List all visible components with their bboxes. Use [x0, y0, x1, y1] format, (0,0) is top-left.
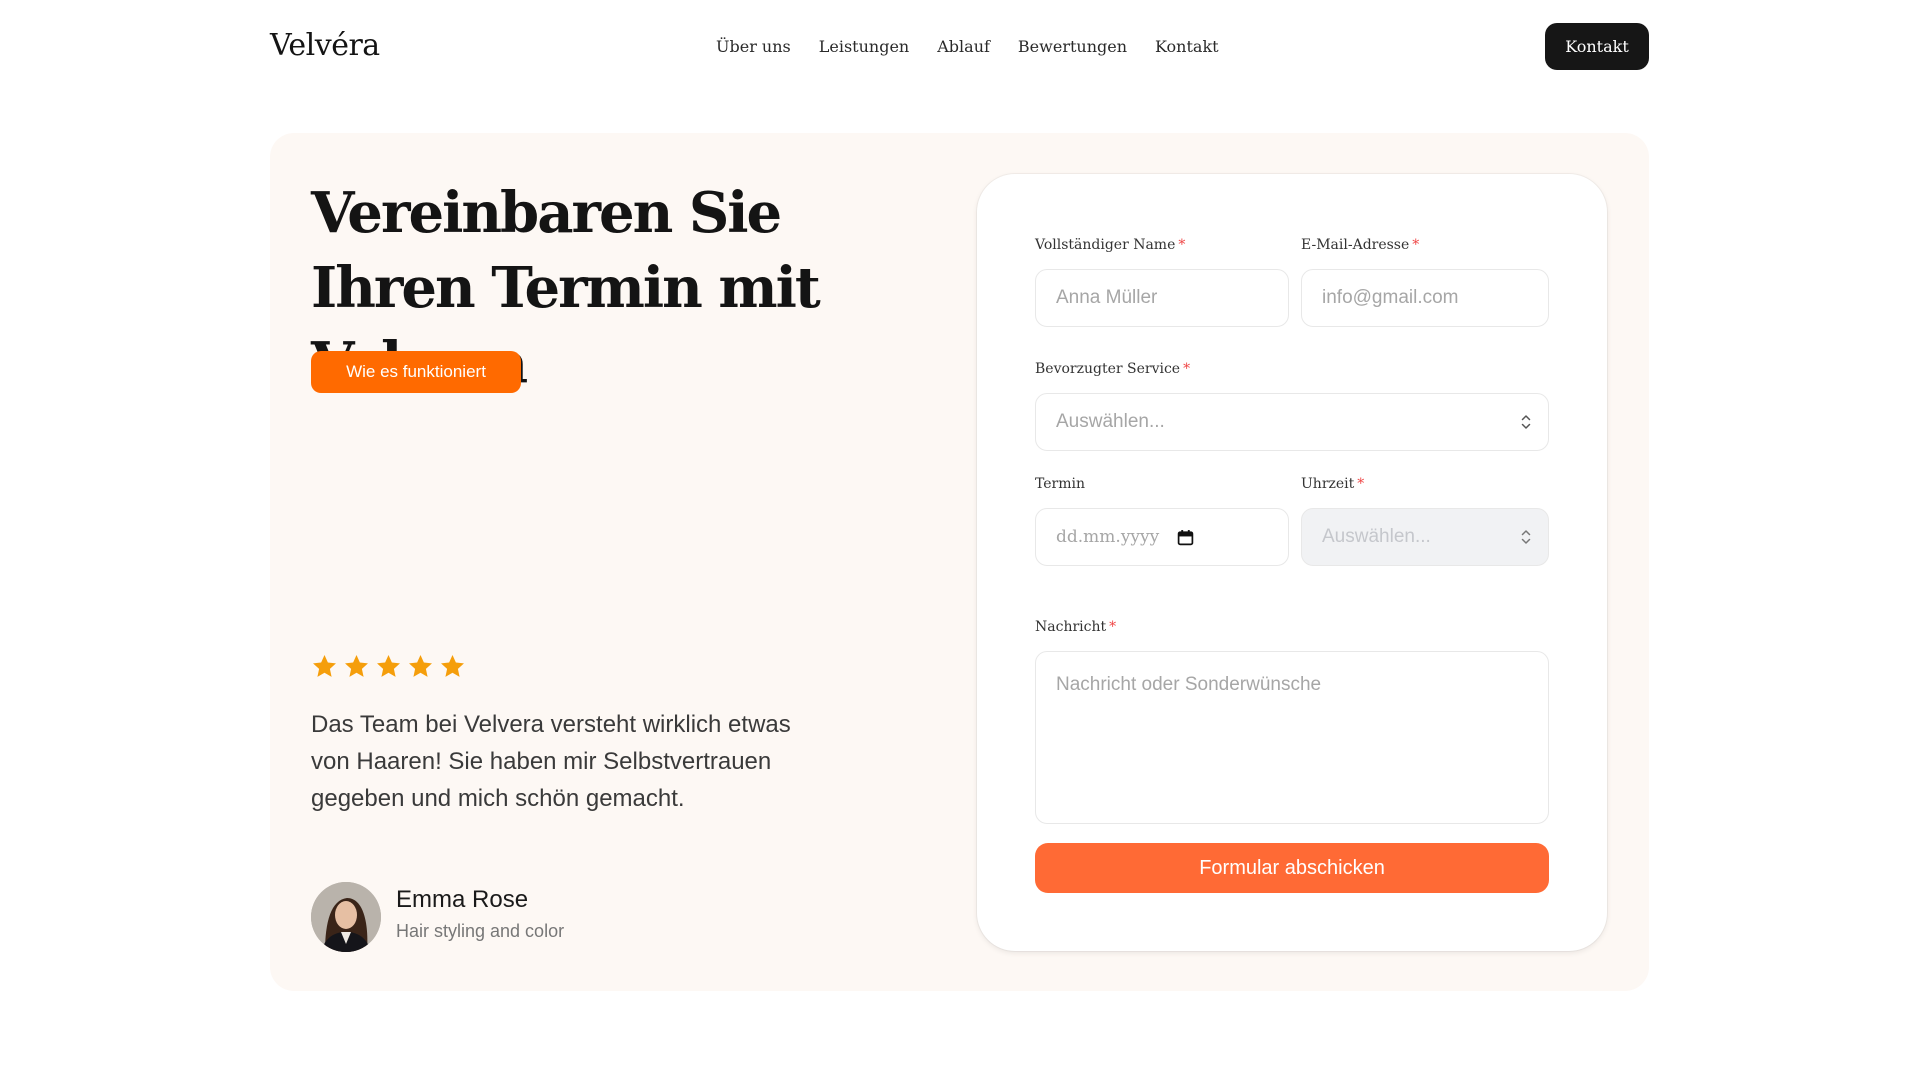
- header-contact-button[interactable]: Kontakt: [1545, 23, 1649, 70]
- email-label: E-Mail-Adresse *: [1301, 237, 1420, 253]
- time-select[interactable]: Auswählen...: [1301, 508, 1549, 566]
- avatar: [311, 882, 381, 952]
- reviewer-name: Emma Rose: [396, 886, 529, 913]
- calendar-icon[interactable]: [1177, 529, 1194, 546]
- nav-link-process[interactable]: Ablauf: [937, 37, 990, 56]
- name-field[interactable]: Anna Müller: [1035, 269, 1289, 327]
- required-mark: *: [1109, 619, 1117, 635]
- message-label: Nachricht *: [1035, 619, 1117, 635]
- required-mark: *: [1412, 237, 1420, 253]
- logo[interactable]: Velvéra: [270, 28, 380, 63]
- email-field[interactable]: info@gmail.com: [1301, 269, 1549, 327]
- time-label: Uhrzeit *: [1301, 476, 1365, 492]
- star-icon: [313, 655, 336, 677]
- submit-button[interactable]: Formular abschicken: [1035, 843, 1549, 893]
- reviewer-role: Hair styling and color: [396, 921, 565, 941]
- service-label: Bevorzugter Service *: [1035, 361, 1191, 377]
- date-field[interactable]: dd.mm.yyyy: [1035, 508, 1289, 566]
- service-select[interactable]: Auswählen...: [1035, 393, 1549, 451]
- star-icon: [345, 655, 368, 677]
- star-icon: [409, 655, 432, 677]
- name-label: Vollständiger Name *: [1035, 237, 1186, 253]
- rating-stars: [311, 653, 466, 680]
- chevron-up-down-icon: [1521, 415, 1531, 429]
- message-textarea[interactable]: Nachricht oder Sonderwünsche: [1035, 651, 1549, 824]
- star-icon: [441, 655, 464, 677]
- date-label: Termin: [1035, 476, 1085, 492]
- required-mark: *: [1183, 361, 1191, 377]
- chevron-up-down-icon: [1521, 530, 1531, 544]
- star-icon: [377, 655, 400, 677]
- site-header: Velvéra Über uns Leistungen Ablauf Bewer…: [0, 0, 1907, 95]
- nav-link-reviews[interactable]: Bewertungen: [1018, 37, 1127, 56]
- how-it-works-button[interactable]: Wie es funktioniert: [311, 351, 521, 393]
- nav-link-about[interactable]: Über uns: [716, 37, 791, 56]
- nav-link-contact[interactable]: Kontakt: [1155, 37, 1219, 56]
- main-nav: Über uns Leistungen Ablauf Bewertungen K…: [716, 37, 1219, 56]
- required-mark: *: [1178, 237, 1186, 253]
- nav-link-services[interactable]: Leistungen: [819, 37, 909, 56]
- required-mark: *: [1357, 476, 1365, 492]
- testimonial-quote: Das Team bei Velvera versteht wirklich e…: [311, 711, 791, 812]
